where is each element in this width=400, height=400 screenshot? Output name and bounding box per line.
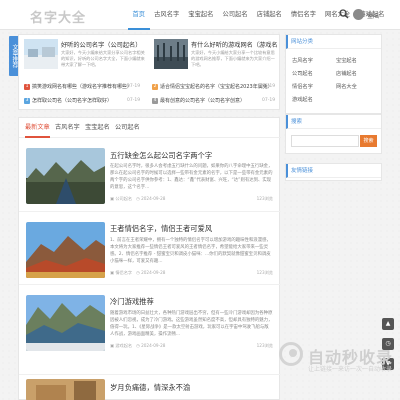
site-logo[interactable]: 名字大全 (30, 7, 86, 26)
widget-title: 友情链接 (286, 164, 381, 178)
watermark-subtext: 让上链接一来访一次一自动收录 (308, 366, 393, 373)
category-link[interactable]: 古风名字 (292, 57, 313, 64)
watermark-logo-icon (279, 342, 303, 366)
article-meta: ▣ 情侣名字 ◷ 2024-09-28 (110, 270, 165, 276)
article-title[interactable]: 五行缺金怎么起公司名字两个字 (110, 151, 212, 161)
hot-list-title[interactable]: 怎样取公司名（公司名字怎样取好） (32, 98, 112, 104)
hot-list-item[interactable]: 4 最有创意的公司名字（公司名字创意） (152, 96, 245, 106)
category-link[interactable]: 游戏起名 (292, 96, 313, 103)
featured-item[interactable]: 有什么好听的游戏网名（游戏名） 大家好，今天小编给大家分享一个比较有意思的游戏网… (151, 39, 277, 77)
featured-panel: 好听的公司名字（公司起名） 大家好，今天小编来给大家分享公司名字相关的知识，好听… (18, 34, 280, 110)
article-meta: ▣ 公司起名 ◷ 2024-09-28 (110, 196, 165, 202)
featured-title[interactable]: 有什么好听的游戏网名（游戏名） (191, 40, 277, 49)
clock-icon: ◷ (136, 196, 140, 201)
article-panel: 最新文章 古风名字 宝宝起名 公司起名 五行缺金怎么起公司名字两个字 在起公司名… (18, 117, 281, 400)
article-tabs: 最新文章 古风名字 宝宝起名 公司起名 (19, 118, 281, 138)
article-item: 岁月负痛德，情深永不渝 (19, 375, 281, 400)
back-to-top-button[interactable]: ▲ (382, 318, 394, 330)
hot-list-item[interactable]: 2 适合情侣宝宝起名的名字（宝宝起名2023年属兔） (152, 82, 273, 92)
article-date: 2024-09-28 (141, 270, 166, 275)
featured-thumbnail[interactable] (24, 39, 58, 69)
article-category[interactable]: 情侣名字 (115, 270, 132, 275)
article-category[interactable]: 游戏起名 (115, 343, 132, 348)
featured-thumbnail[interactable] (154, 39, 188, 69)
rank-number: 3 (24, 97, 30, 104)
article-item: 五行缺金怎么起公司名字两个字 在起公司名字时，很多人会考虑五行缺什么的问题，如果… (19, 142, 281, 212)
tab-baby-names[interactable]: 宝宝起名 (85, 118, 110, 138)
article-views: 123浏览 (256, 270, 273, 275)
folder-icon: ▣ (110, 343, 114, 348)
clock-icon: ◷ (136, 270, 140, 275)
featured-title[interactable]: 好听的公司名字（公司起名） (61, 40, 147, 49)
article-thumbnail[interactable] (26, 295, 105, 351)
article-title[interactable]: 王者情侣名字，情侣王者可爱风 (110, 224, 212, 234)
hot-list-date: 07-19 (127, 84, 141, 89)
clock-icon: ◷ (136, 343, 140, 348)
hot-list-date: 07-19 (127, 98, 141, 103)
nav-nicknames[interactable]: 网名大全 (321, 0, 355, 30)
tab-latest[interactable]: 最新文章 (25, 118, 50, 138)
article-meta: ▣ 游戏起名 ◷ 2024-09-28 (110, 343, 165, 349)
nav-company-names[interactable]: 公司起名 (218, 0, 252, 30)
hot-list-item[interactable]: 1 搞笑游戏网名有哪些（游戏名字推荐有哪些） (24, 82, 132, 92)
search-button[interactable]: 搜索 (360, 135, 377, 147)
nav-ancient-names[interactable]: 古风名字 (150, 0, 184, 30)
article-summary: 在起公司名字时，很多人会考虑五行缺什么的问题，如果你的八字命理中五行缺金，那么在… (110, 164, 273, 190)
article-item: 王者情侣名字，情侣王者可爱风 1、前言在王者荣耀中，拥有一个独特的情侣名字可以增… (19, 212, 281, 285)
rank-number: 2 (152, 83, 158, 90)
featured-item[interactable]: 好听的公司名字（公司起名） 大家好，今天小编来给大家分享公司名字相关的知识，好听… (21, 39, 147, 77)
widget-title: 网站分类 (286, 35, 381, 49)
tab-ancient-names[interactable]: 古风名字 (55, 118, 80, 138)
links-widget: 友情链接 (285, 163, 382, 181)
article-date: 2024-09-28 (141, 343, 166, 348)
article-summary: 随着游戏市场的日益壮大，各种热门游戏层出不穷，但有一些冷门游戏却因为各种原因被人… (110, 311, 273, 337)
nav-shop-names[interactable]: 店铺起名 (252, 0, 286, 30)
search-icon[interactable] (339, 9, 349, 19)
widget-title: 搜索 (286, 115, 381, 129)
rank-number: 1 (24, 83, 30, 90)
folder-icon: ▣ (110, 196, 114, 201)
article-title[interactable]: 冷门游戏推荐 (110, 297, 154, 307)
article-thumbnail[interactable] (26, 148, 105, 204)
hot-list-date: 07-19 (262, 98, 276, 103)
category-link[interactable]: 公司起名 (292, 70, 313, 77)
article-views: 123浏览 (256, 196, 273, 201)
hot-list-title[interactable]: 最有创意的公司名字（公司名字创意） (160, 98, 245, 104)
search-widget: 搜索 搜索 (285, 114, 382, 154)
article-thumbnail[interactable] (26, 222, 105, 278)
article-date: 2024-09-28 (141, 196, 166, 201)
nav-home[interactable]: 首页 (128, 0, 150, 30)
site-header: 名字大全 首页 古风名字 宝宝起名 公司起名 店铺起名 情侣名字 网名大全 游戏… (0, 0, 400, 30)
rank-number: 4 (152, 97, 158, 104)
article-views: 123浏览 (256, 343, 273, 348)
search-input[interactable] (291, 135, 359, 147)
category-link[interactable]: 情侣名字 (292, 83, 313, 90)
article-thumbnail[interactable] (26, 379, 105, 400)
hot-list-title[interactable]: 适合情侣宝宝起名的名字（宝宝起名2023年属兔） (160, 84, 273, 90)
category-link[interactable]: 店铺起名 (336, 70, 357, 77)
hot-list-item[interactable]: 3 怎样取公司名（公司名字怎样取好） (24, 96, 112, 106)
article-category[interactable]: 公司起名 (115, 196, 132, 201)
nav-baby-names[interactable]: 宝宝起名 (184, 0, 218, 30)
article-summary: 1、前言在王者荣耀中，拥有一个独特的情侣名字可以增加游戏的趣味性和浪漫感，本文将… (110, 238, 271, 264)
main-nav: 首页 古风名字 宝宝起名 公司起名 店铺起名 情侣名字 网名大全 游戏起名 (128, 0, 389, 30)
folder-icon: ▣ (110, 270, 114, 275)
login-link[interactable]: 登陆 (367, 11, 379, 20)
featured-desc: 大家好，今天小编给大家分享一个比较有意思的游戏网名推荐，下面小编就来为大家介绍一… (191, 50, 275, 67)
category-widget: 网站分类 古风名字 宝宝起名 公司起名 店铺起名 情侣名字 网名大全 游戏起名 (285, 34, 382, 114)
category-link[interactable]: 宝宝起名 (336, 57, 357, 64)
avatar[interactable] (353, 9, 364, 20)
nav-couple-names[interactable]: 情侣名字 (286, 0, 320, 30)
hot-list-title[interactable]: 搞笑游戏网名有哪些（游戏名字推荐有哪些） (32, 84, 132, 90)
article-item: 冷门游戏推荐 随着游戏市场的日益壮大，各种热门游戏层出不穷，但有一些冷门游戏却因… (19, 285, 281, 375)
article-title[interactable]: 岁月负痛德，情深永不渝 (110, 383, 190, 393)
featured-desc: 大家好，今天小编来给大家分享公司名字相关的知识，好听的公司名字大全，下面小编就来… (61, 50, 145, 67)
hot-list-date: 07-19 (262, 84, 276, 89)
tab-company-names[interactable]: 公司起名 (115, 118, 140, 138)
category-link[interactable]: 网名大全 (336, 83, 357, 90)
